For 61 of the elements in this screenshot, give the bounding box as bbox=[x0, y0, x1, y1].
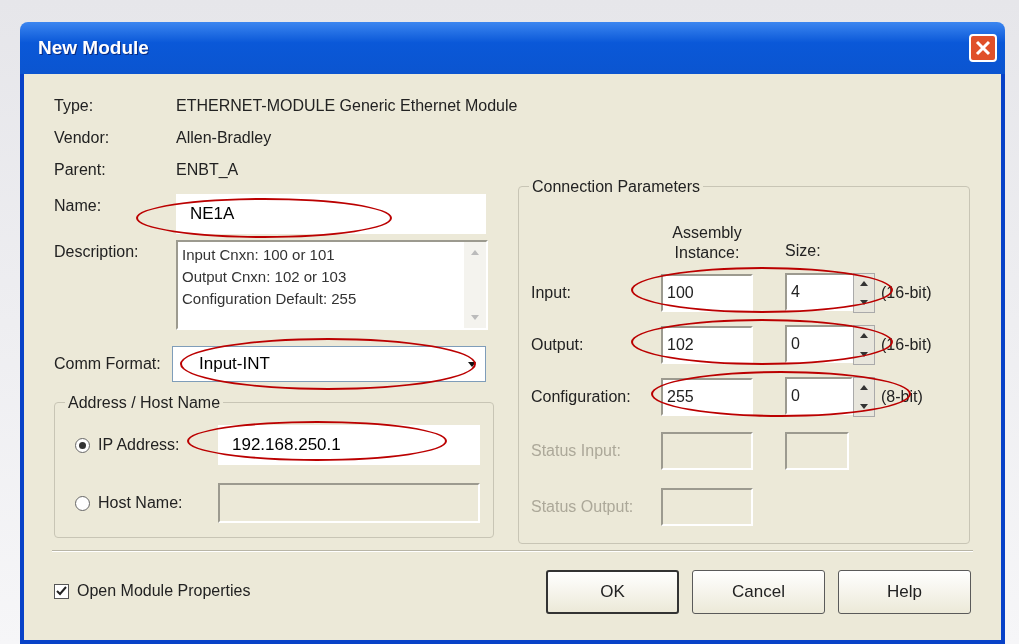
size-field[interactable]: 0 bbox=[785, 377, 853, 415]
field-label: Status Output: bbox=[531, 497, 635, 517]
close-button[interactable] bbox=[969, 34, 997, 62]
spin-down-button[interactable] bbox=[854, 293, 874, 312]
size-field[interactable] bbox=[785, 432, 849, 470]
field-label: Status Input: bbox=[531, 441, 622, 461]
down-arrow-icon bbox=[860, 300, 868, 305]
close-icon bbox=[975, 40, 991, 56]
instance-field[interactable] bbox=[661, 432, 753, 470]
up-arrow-icon bbox=[860, 281, 868, 286]
check-icon bbox=[56, 585, 67, 597]
ip-address-field[interactable]: 192.168.250.1 bbox=[218, 425, 480, 465]
field-label: Type: bbox=[54, 96, 95, 116]
field-label: Parent: bbox=[54, 160, 107, 180]
checkbox-label[interactable]: Open Module Properties bbox=[77, 579, 251, 603]
spin-down-button[interactable] bbox=[854, 345, 874, 364]
column-header: Size: bbox=[785, 241, 822, 261]
field-label: Comm Format: bbox=[54, 354, 162, 374]
column-header: Assembly Instance: bbox=[671, 223, 743, 263]
dialog-button[interactable]: Cancel bbox=[692, 570, 825, 614]
field-label: Description: bbox=[54, 242, 140, 262]
dropdown-value: Input-INT bbox=[198, 353, 271, 376]
size-field[interactable]: 0 bbox=[785, 325, 853, 363]
field-value: Allen-Bradley bbox=[176, 128, 273, 148]
instance-field[interactable]: 255 bbox=[661, 378, 753, 416]
radio-label[interactable]: IP Address: bbox=[90, 433, 218, 457]
field-label: Configuration: bbox=[531, 387, 632, 407]
description-field[interactable]: Input Cnxn: 100 or 101 Output Cnxn: 102 or 103 Configuration Default: 255 bbox=[176, 240, 488, 330]
field-label: Input: bbox=[531, 283, 573, 303]
spin-up-button[interactable] bbox=[854, 378, 874, 397]
host-name-field[interactable] bbox=[218, 483, 480, 523]
window-title: New Module bbox=[38, 35, 149, 60]
description-line: Configuration Default: 255 bbox=[182, 289, 358, 309]
radio-label[interactable]: Host Name: bbox=[90, 491, 218, 515]
description-line: Output Cnxn: 102 or 103 bbox=[182, 267, 348, 287]
down-arrow-icon bbox=[860, 352, 868, 357]
field-label: Output: bbox=[531, 335, 585, 355]
caret-icon bbox=[468, 361, 476, 367]
spin-up-button[interactable] bbox=[854, 274, 874, 293]
up-arrow-icon bbox=[860, 333, 868, 338]
dialog-button[interactable]: OK bbox=[546, 570, 679, 614]
dialog-button[interactable]: Help bbox=[838, 570, 971, 614]
description-line: Input Cnxn: 100 or 101 bbox=[182, 245, 336, 265]
instance-field[interactable]: 102 bbox=[661, 326, 753, 364]
scroll-up-icon bbox=[471, 250, 479, 255]
instance-field[interactable] bbox=[661, 488, 753, 526]
spin-up-button[interactable] bbox=[854, 326, 874, 345]
comm-format-dropdown[interactable]: Input-INT bbox=[172, 346, 486, 382]
checkbox[interactable] bbox=[54, 583, 69, 599]
radio-button[interactable] bbox=[75, 437, 90, 453]
field-label: Vendor: bbox=[54, 128, 111, 148]
field-value: ETHERNET-MODULE Generic Ethernet Module bbox=[176, 96, 519, 116]
field-label: Name: bbox=[54, 196, 103, 216]
radio-button[interactable] bbox=[75, 495, 90, 511]
scroll-down-icon bbox=[471, 315, 479, 320]
size-field[interactable]: 4 bbox=[785, 273, 853, 311]
up-arrow-icon bbox=[860, 385, 868, 390]
instance-field[interactable]: 100 bbox=[661, 274, 753, 312]
spin-down-button[interactable] bbox=[854, 397, 874, 416]
name-field[interactable]: NE1A bbox=[176, 194, 486, 234]
down-arrow-icon bbox=[860, 404, 868, 409]
